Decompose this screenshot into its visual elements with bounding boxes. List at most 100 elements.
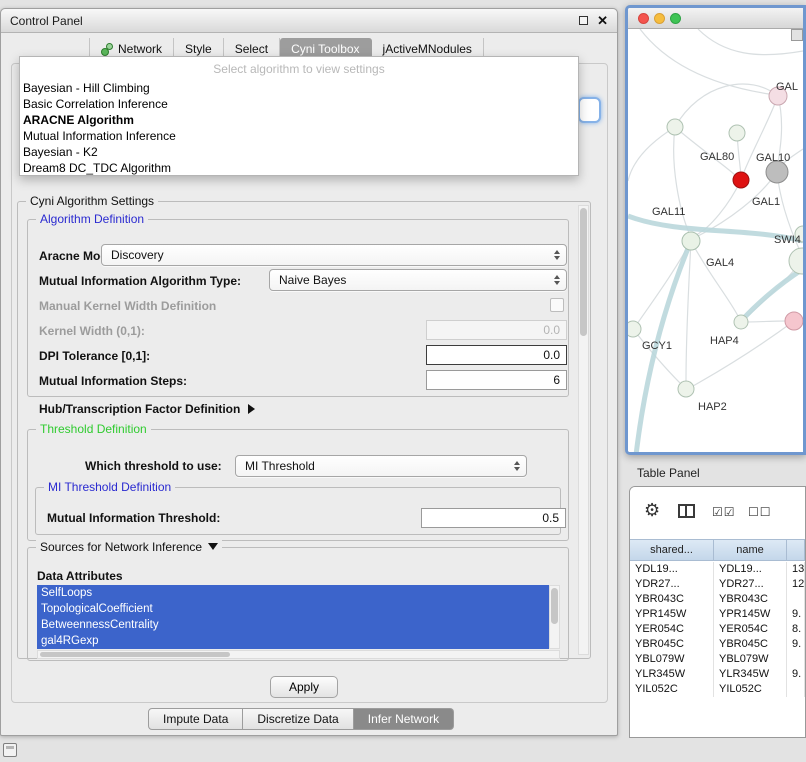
source-item-gal4rgexp[interactable]: gal4RGexp <box>37 633 549 649</box>
selected-value: Discovery <box>111 248 164 262</box>
hub-definition-label: Hub/Transcription Factor Definition <box>39 402 240 416</box>
table-row[interactable]: YIL052CYIL052C <box>630 682 805 697</box>
dropdown-placeholder: Select algorithm to view settings <box>20 57 578 80</box>
select-all-checkboxes-icon[interactable]: ☑☑ <box>712 506 736 518</box>
network-node[interactable] <box>628 321 641 337</box>
collapse-down-icon[interactable] <box>208 543 218 550</box>
bottom-tab-infer-network[interactable]: Infer Network <box>354 708 454 730</box>
algorithm-option-basic-correlation-inference[interactable]: Basic Correlation Inference <box>20 96 578 112</box>
sources-toggle[interactable]: Sources for Network Inference <box>36 540 222 554</box>
apply-button[interactable]: Apply <box>270 676 338 698</box>
table-header-row: shared...name <box>630 539 805 561</box>
field-value: 0.0 <box>543 323 560 337</box>
column-header[interactable] <box>787 540 805 560</box>
table-cell: YBR043C <box>630 592 714 607</box>
bottom-tab-discretize-data[interactable]: Discretize Data <box>243 708 353 730</box>
algorithm-option-bayesian-k2[interactable]: Bayesian - K2 <box>20 144 578 160</box>
network-node[interactable] <box>667 119 683 135</box>
float-window-icon[interactable] <box>579 16 588 25</box>
scrollbar-thumb[interactable] <box>580 208 587 336</box>
node-label-gal80: GAL80 <box>700 151 734 163</box>
network-node[interactable] <box>733 172 749 188</box>
algorithm-option-mutual-information-inference[interactable]: Mutual Information Inference <box>20 128 578 144</box>
deselect-all-checkboxes-icon[interactable]: ☐☐ <box>748 506 772 518</box>
panel-dock-icon[interactable] <box>3 743 17 757</box>
expand-right-icon[interactable] <box>248 404 255 414</box>
table-row[interactable]: YLR345WYLR345W9. <box>630 667 805 682</box>
minimize-traffic-light-icon[interactable] <box>654 13 665 24</box>
which-threshold-select[interactable]: MI Threshold <box>235 455 527 477</box>
network-canvas[interactable]: GALGAL80GAL10GAL11GAL1SWI4GAL4GCY1HAP4HA… <box>628 29 803 452</box>
kernel-width-field[interactable]: 0.0 <box>426 320 567 340</box>
table-cell: YER054C <box>630 622 714 637</box>
network-node[interactable] <box>729 125 745 141</box>
close-traffic-light-icon[interactable] <box>638 13 649 24</box>
source-item-selfloops[interactable]: SelfLoops <box>37 585 549 601</box>
mi-type-select[interactable]: Naive Bayes <box>269 269 567 291</box>
columns-icon[interactable] <box>678 504 695 518</box>
column-header[interactable]: shared... <box>630 540 714 560</box>
data-attributes-label: Data Attributes <box>37 569 123 583</box>
dpi-tolerance-field[interactable]: 0.0 <box>426 345 567 365</box>
table-row[interactable]: YBR045CYBR045C9. <box>630 637 805 652</box>
algorithm-option-aracne-algorithm[interactable]: ARACNE Algorithm <box>20 112 578 128</box>
network-node[interactable] <box>766 161 788 183</box>
network-node[interactable] <box>682 232 700 250</box>
list-scrollbar-horizontal[interactable] <box>37 650 560 659</box>
table-cell: 9. <box>787 607 805 622</box>
sources-title: Sources for Network Inference <box>40 540 202 554</box>
mi-threshold-field[interactable]: 0.5 <box>421 508 566 528</box>
gear-icon[interactable]: ⚙ <box>644 501 660 519</box>
table-cell: 13 <box>787 562 805 577</box>
aracne-mode-select[interactable]: Discovery <box>101 244 567 266</box>
table-cell: YIL052C <box>630 682 714 697</box>
combo-arrows-icon <box>554 275 560 285</box>
mi-steps-field[interactable]: 6 <box>426 370 567 390</box>
table-toolbar: ⚙ ☑☑ ☐☐ <box>630 487 805 535</box>
canvas-scroll-corner[interactable] <box>791 29 803 41</box>
zoom-traffic-light-icon[interactable] <box>670 13 681 24</box>
algorithm-option-dream8-dc-tdc-algorithm[interactable]: Dream8 DC_TDC Algorithm <box>20 160 578 176</box>
node-label-gal1: GAL1 <box>752 196 780 208</box>
table-cell: YIL052C <box>714 682 787 697</box>
hub-definition-toggle[interactable]: Hub/Transcription Factor Definition <box>39 402 255 416</box>
table-cell: YBR045C <box>630 637 714 652</box>
table-cell: YPR145W <box>630 607 714 622</box>
column-header[interactable]: name <box>714 540 787 560</box>
combo-arrows-icon <box>514 461 520 471</box>
close-icon[interactable]: ✕ <box>597 14 608 27</box>
table-row[interactable]: YBR043CYBR043C <box>630 592 805 607</box>
node-label-gcy1: GCY1 <box>642 340 672 352</box>
obscured-focused-control[interactable] <box>578 97 601 123</box>
table-cell: YDL19... <box>714 562 787 577</box>
node-label-gal10: GAL10 <box>756 152 790 164</box>
manual-kernel-checkbox[interactable] <box>550 298 564 312</box>
tab-label: Network <box>118 42 162 56</box>
table-row[interactable]: YER054CYER054C8. <box>630 622 805 637</box>
table-row[interactable]: YDR27...YDR27...12 <box>630 577 805 592</box>
settings-scrollbar[interactable] <box>578 205 589 655</box>
network-window-titlebar[interactable] <box>628 8 803 29</box>
network-icon <box>101 43 113 55</box>
network-node[interactable] <box>785 312 803 330</box>
network-node[interactable] <box>734 315 748 329</box>
bottom-tab-impute-data[interactable]: Impute Data <box>148 708 243 730</box>
data-attributes-list[interactable]: SelfLoopsTopologicalCoefficientBetweenne… <box>37 585 549 649</box>
scrollbar-thumb[interactable] <box>40 652 230 657</box>
source-item-topologicalcoefficient[interactable]: TopologicalCoefficient <box>37 601 549 617</box>
algorithm-option-bayesian-hill-climbing[interactable]: Bayesian - Hill Climbing <box>20 80 578 96</box>
table-row[interactable]: YDL19...YDL19...13 <box>630 562 805 577</box>
dpi-tolerance-label: DPI Tolerance [0,1]: <box>39 349 150 363</box>
table-row[interactable]: YBL079WYBL079W <box>630 652 805 667</box>
network-graph[interactable]: GALGAL80GAL10GAL11GAL1SWI4GAL4GCY1HAP4HA… <box>628 29 803 455</box>
network-node[interactable] <box>678 381 694 397</box>
node-label-gal4: GAL4 <box>706 257 734 269</box>
list-scrollbar-vertical[interactable] <box>549 585 560 649</box>
selected-value: MI Threshold <box>245 459 315 473</box>
source-item-betweennesscentrality[interactable]: BetweennessCentrality <box>37 617 549 633</box>
scrollbar-thumb[interactable] <box>551 588 558 624</box>
control-panel-titlebar[interactable]: Control Panel ✕ <box>1 9 617 33</box>
network-node[interactable] <box>789 248 803 274</box>
table-row[interactable]: YPR145WYPR145W9. <box>630 607 805 622</box>
algorithm-dropdown-popup: Select algorithm to view settingsBayesia… <box>19 56 579 176</box>
